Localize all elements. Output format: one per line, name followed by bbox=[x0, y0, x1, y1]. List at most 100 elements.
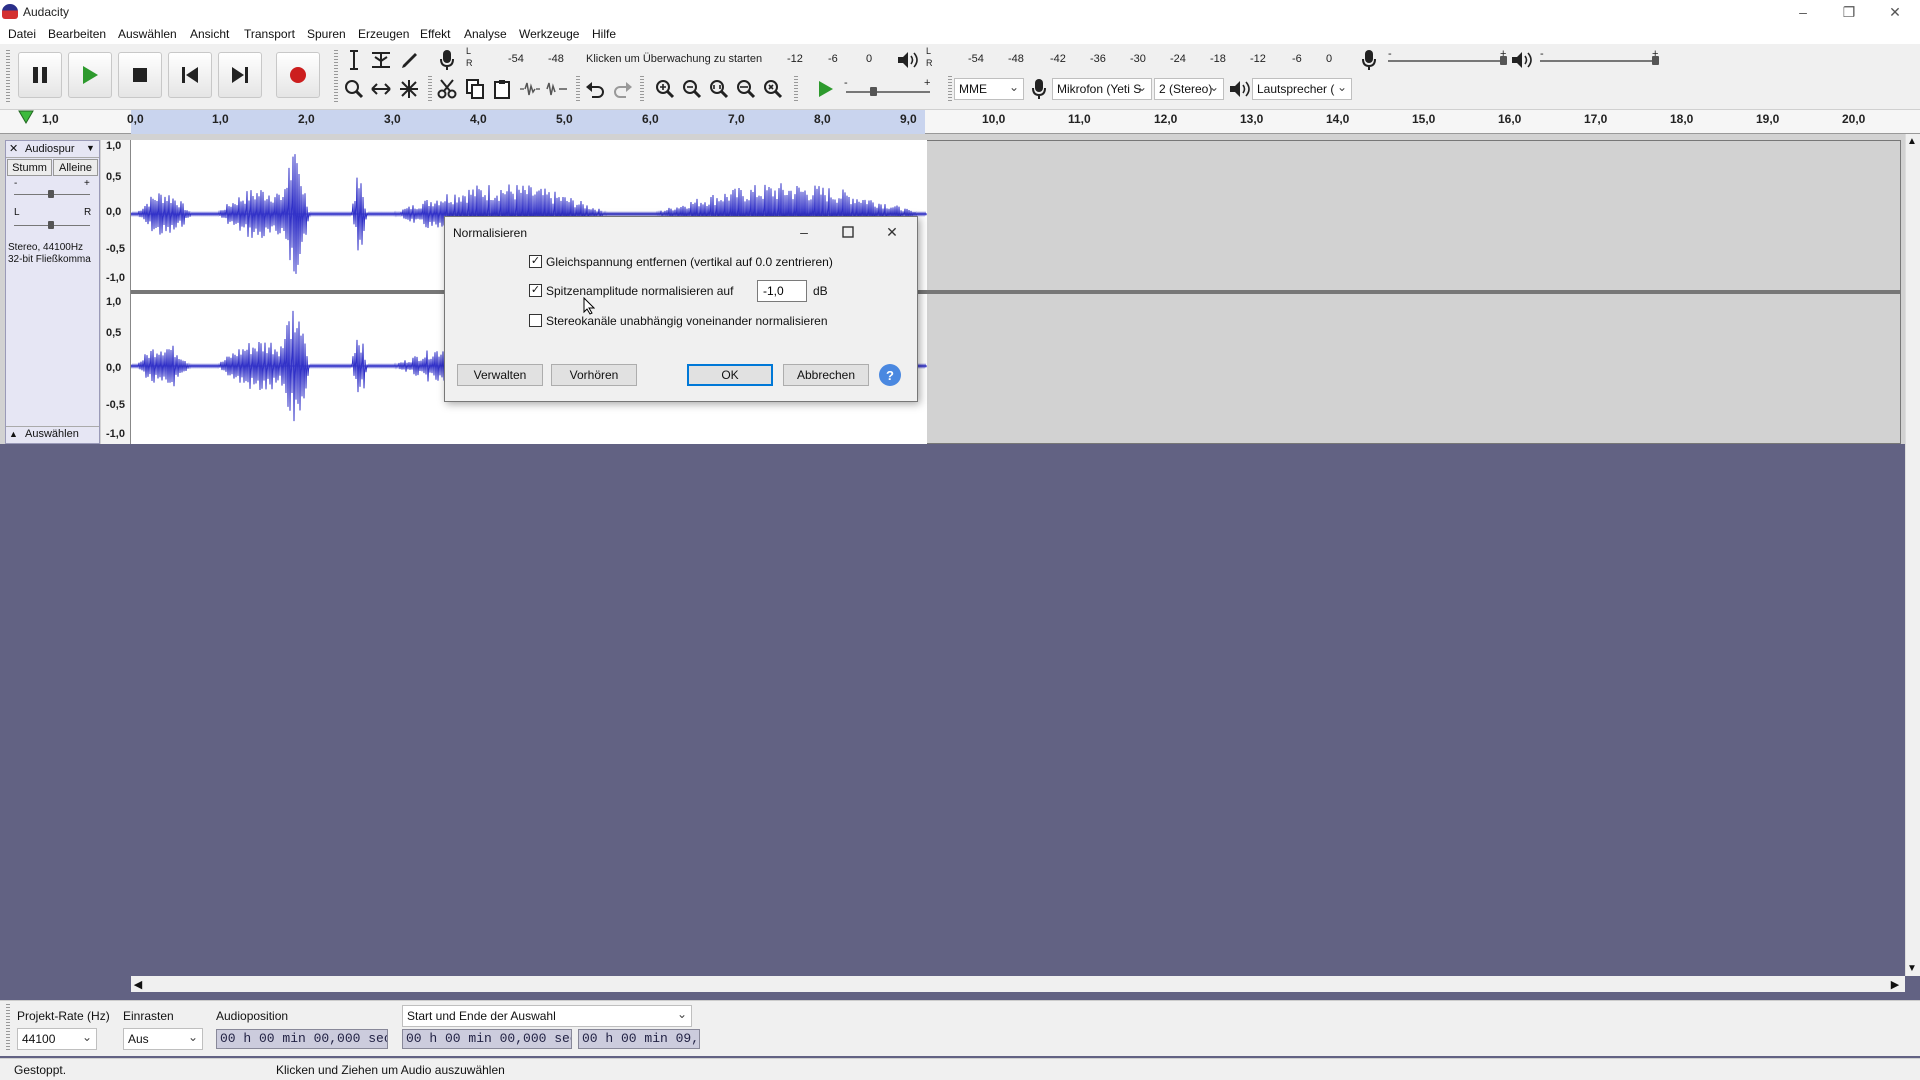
zoom-in-icon[interactable] bbox=[652, 76, 678, 102]
dc-offset-checkbox[interactable]: ✓ bbox=[529, 255, 542, 268]
scroll-left-icon[interactable]: ◀ bbox=[131, 976, 145, 992]
menu-werkzeuge[interactable]: Werkzeuge bbox=[519, 27, 579, 41]
draw-tool-icon[interactable] bbox=[396, 47, 422, 73]
toolbar-grip[interactable] bbox=[948, 76, 952, 102]
playback-meter-tick[interactable]: -30 bbox=[1130, 53, 1146, 65]
cancel-button[interactable]: Abbrechen bbox=[783, 364, 869, 386]
copy-icon[interactable] bbox=[462, 76, 488, 102]
menu-spuren[interactable]: Spuren bbox=[307, 27, 346, 41]
fit-project-icon[interactable] bbox=[733, 76, 759, 102]
pan-knob[interactable] bbox=[48, 221, 54, 229]
peak-amplitude-input[interactable] bbox=[757, 280, 807, 302]
playback-meter-speaker-icon[interactable] bbox=[894, 47, 920, 73]
manage-button[interactable]: Verwalten bbox=[457, 364, 543, 386]
toolbar-grip[interactable] bbox=[428, 76, 432, 102]
redo-icon[interactable] bbox=[610, 76, 636, 102]
playback-meter-tick[interactable]: -36 bbox=[1090, 53, 1106, 65]
restore-button[interactable]: ❐ bbox=[1826, 0, 1872, 24]
menu-effekt[interactable]: Effekt bbox=[420, 27, 450, 41]
selection-end-time[interactable]: 00 h 00 min 09,23 bbox=[578, 1029, 700, 1049]
vertical-scrollbar[interactable] bbox=[1905, 134, 1920, 976]
playback-meter-tick[interactable]: 0 bbox=[1326, 53, 1332, 65]
track-select-button[interactable]: Auswählen bbox=[25, 428, 79, 440]
zoom-out-icon[interactable] bbox=[679, 76, 705, 102]
record-meter-tick[interactable]: -54 bbox=[508, 53, 524, 65]
toolbar-grip[interactable] bbox=[6, 1004, 10, 1052]
dialog-minimize-button[interactable]: – bbox=[789, 221, 819, 243]
pause-button[interactable] bbox=[18, 52, 62, 98]
playback-meter-tick[interactable]: -6 bbox=[1292, 53, 1302, 65]
skip-start-button[interactable] bbox=[168, 52, 212, 98]
play-speed-slider[interactable] bbox=[846, 91, 930, 93]
menu-transport[interactable]: Transport bbox=[244, 27, 295, 41]
track-close-button[interactable]: ✕ bbox=[9, 142, 18, 155]
play-button[interactable] bbox=[68, 52, 112, 98]
play-speed-knob[interactable] bbox=[870, 87, 877, 96]
toolbar-grip[interactable] bbox=[794, 76, 798, 102]
input-device-select[interactable]: Mikrofon (Yeti S bbox=[1052, 78, 1152, 100]
playback-meter-tick[interactable]: -18 bbox=[1210, 53, 1226, 65]
zoom-tool-icon[interactable] bbox=[341, 76, 367, 102]
toolbar-grip[interactable] bbox=[334, 50, 338, 104]
playback-meter-tick[interactable]: -12 bbox=[1250, 53, 1266, 65]
record-meter-tick[interactable]: 0 bbox=[866, 53, 872, 65]
silence-audio-icon[interactable] bbox=[544, 76, 570, 102]
project-rate-select[interactable]: 44100 bbox=[17, 1028, 97, 1050]
output-device-select[interactable]: Lautsprecher ( bbox=[1252, 78, 1352, 100]
peak-normalize-checkbox[interactable]: ✓ bbox=[529, 284, 542, 297]
menu-auswaehlen[interactable]: Auswählen bbox=[118, 27, 177, 41]
selection-start-time[interactable]: 00 h 00 min 00,000 sec bbox=[402, 1029, 572, 1049]
multi-tool-icon[interactable] bbox=[396, 76, 422, 102]
menu-hilfe[interactable]: Hilfe bbox=[592, 27, 616, 41]
toolbar-grip[interactable] bbox=[640, 76, 644, 102]
menu-ansicht[interactable]: Ansicht bbox=[190, 27, 229, 41]
stereo-independent-checkbox[interactable] bbox=[529, 314, 542, 327]
selection-tool-icon[interactable] bbox=[341, 47, 367, 73]
output-volume-slider[interactable] bbox=[1540, 60, 1658, 62]
play-at-speed-icon[interactable] bbox=[813, 76, 839, 102]
cut-icon[interactable] bbox=[434, 76, 460, 102]
close-window-button[interactable]: ✕ bbox=[1872, 0, 1918, 24]
menu-analyse[interactable]: Analyse bbox=[464, 27, 507, 41]
timeline-pin-icon[interactable] bbox=[18, 110, 34, 124]
track-name[interactable]: Audiospur bbox=[25, 143, 75, 155]
horizontal-scrollbar[interactable] bbox=[131, 976, 1905, 992]
menu-datei[interactable]: Datei bbox=[8, 27, 36, 41]
audio-position-time[interactable]: 00 h 00 min 00,000 sec bbox=[216, 1029, 388, 1049]
scroll-right-icon[interactable]: ▶ bbox=[1888, 976, 1902, 992]
input-volume-knob[interactable] bbox=[1500, 56, 1507, 65]
ok-button[interactable]: OK bbox=[687, 364, 773, 386]
playback-meter-tick[interactable]: -48 bbox=[1008, 53, 1024, 65]
minimize-button[interactable]: – bbox=[1780, 0, 1826, 24]
scroll-down-icon[interactable]: ▼ bbox=[1907, 963, 1917, 974]
record-meter-monitor-hint[interactable]: Klicken um Überwachung zu starten bbox=[586, 53, 762, 65]
solo-button[interactable]: Alleine bbox=[53, 159, 98, 176]
audio-host-select[interactable]: MME bbox=[954, 78, 1024, 100]
record-meter-tick[interactable]: -12 bbox=[787, 53, 803, 65]
mute-button[interactable]: Stumm bbox=[7, 159, 52, 176]
paste-icon[interactable] bbox=[489, 76, 515, 102]
snap-select[interactable]: Aus bbox=[123, 1028, 203, 1050]
zoom-toggle-icon[interactable] bbox=[760, 76, 786, 102]
record-meter-tick[interactable]: -48 bbox=[548, 53, 564, 65]
track-menu-arrow-icon[interactable]: ▼ bbox=[86, 143, 95, 153]
toolbar-grip[interactable] bbox=[576, 76, 580, 102]
record-meter-tick[interactable]: -6 bbox=[828, 53, 838, 65]
preview-button[interactable]: Vorhören bbox=[551, 364, 637, 386]
trim-audio-icon[interactable] bbox=[517, 76, 543, 102]
selection-mode-select[interactable]: Start und Ende der Auswahl bbox=[402, 1005, 692, 1027]
menu-erzeugen[interactable]: Erzeugen bbox=[358, 27, 409, 41]
scroll-up-icon[interactable]: ▲ bbox=[1907, 136, 1917, 147]
record-button[interactable] bbox=[276, 52, 320, 98]
output-volume-knob[interactable] bbox=[1652, 56, 1659, 65]
time-shift-tool-icon[interactable] bbox=[368, 76, 394, 102]
playback-meter-tick[interactable]: -54 bbox=[968, 53, 984, 65]
menu-bearbeiten[interactable]: Bearbeiten bbox=[48, 27, 106, 41]
input-volume-slider[interactable] bbox=[1388, 60, 1506, 62]
undo-icon[interactable] bbox=[582, 76, 608, 102]
help-button[interactable]: ? bbox=[879, 364, 901, 386]
stop-button[interactable] bbox=[118, 52, 162, 98]
playback-meter-tick[interactable]: -42 bbox=[1050, 53, 1066, 65]
collapse-track-icon[interactable]: ▲ bbox=[9, 429, 18, 439]
skip-end-button[interactable] bbox=[218, 52, 262, 98]
